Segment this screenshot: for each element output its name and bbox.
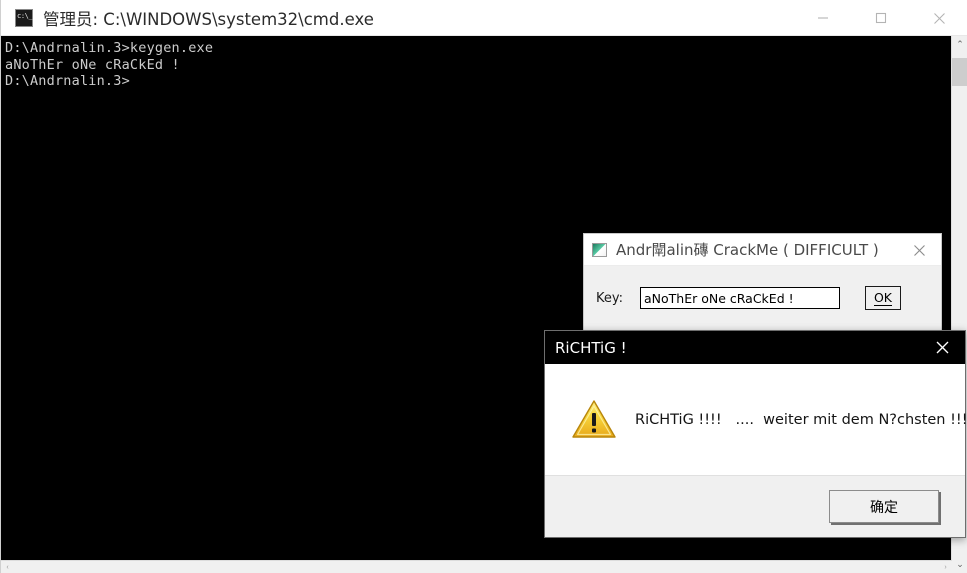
scroll-up-icon[interactable]: ⌃ — [952, 36, 967, 53]
scroll-down-icon[interactable]: ⌄ — [952, 556, 967, 573]
close-button[interactable] — [910, 0, 967, 36]
crackme-titlebar[interactable]: Andr閛alin磚 CrackMe ( DIFFICULT ) — [584, 234, 941, 266]
message-box-text: RiCHTiG !!!! .... weiter mit dem N?chste… — [635, 411, 967, 428]
maximize-icon — [875, 12, 887, 24]
horizontal-scrollbar[interactable]: ‹ › — [1, 560, 952, 573]
app-icon — [592, 242, 607, 257]
message-box-titlebar[interactable]: RiCHTiG ! — [545, 331, 965, 364]
message-box-close-button[interactable] — [920, 331, 965, 364]
message-box-title: RiCHTiG ! — [555, 338, 627, 357]
message-box-ok-button[interactable]: 确定 — [829, 490, 939, 523]
close-icon — [936, 341, 949, 354]
window-title: 管理员: C:\WINDOWS\system32\cmd.exe — [43, 9, 374, 29]
vertical-scrollbar-thumb[interactable] — [952, 58, 967, 86]
close-icon — [933, 12, 945, 24]
crackme-title: Andr閛alin磚 CrackMe ( DIFFICULT ) — [616, 241, 879, 259]
close-icon — [913, 244, 925, 256]
scroll-right-icon[interactable]: › — [939, 561, 952, 573]
message-box-content: RiCHTiG !!!! .... weiter mit dem N?chste… — [545, 364, 967, 476]
message-box-ok-label: 确定 — [870, 499, 898, 516]
maximize-button[interactable] — [852, 0, 910, 36]
warning-icon — [572, 400, 616, 438]
cmd-icon — [15, 8, 33, 27]
crackme-close-button[interactable] — [897, 234, 941, 266]
message-box-footer: 确定 — [545, 476, 965, 537]
crackme-key-row: Key: OK — [584, 266, 941, 330]
console-output-text: D:\Andrnalin.3>keygen.exe aNoThEr oNe cR… — [5, 40, 214, 89]
console-titlebar[interactable]: 管理员: C:\WINDOWS\system32\cmd.exe — [1, 0, 967, 36]
crackme-ok-label: OK — [873, 290, 893, 306]
message-box: RiCHTiG ! RiCHTiG !!!! .... weiter mit d… — [544, 330, 967, 538]
minimize-icon — [818, 17, 828, 19]
scroll-left-icon[interactable]: ‹ — [1, 561, 14, 573]
key-label: Key: — [596, 290, 624, 306]
crackme-ok-button[interactable]: OK — [865, 286, 901, 310]
crackme-dialog: Andr閛alin磚 CrackMe ( DIFFICULT ) Key: OK — [583, 233, 942, 331]
minimize-button[interactable] — [794, 0, 852, 36]
window-controls — [794, 0, 967, 36]
key-input[interactable] — [640, 287, 840, 309]
